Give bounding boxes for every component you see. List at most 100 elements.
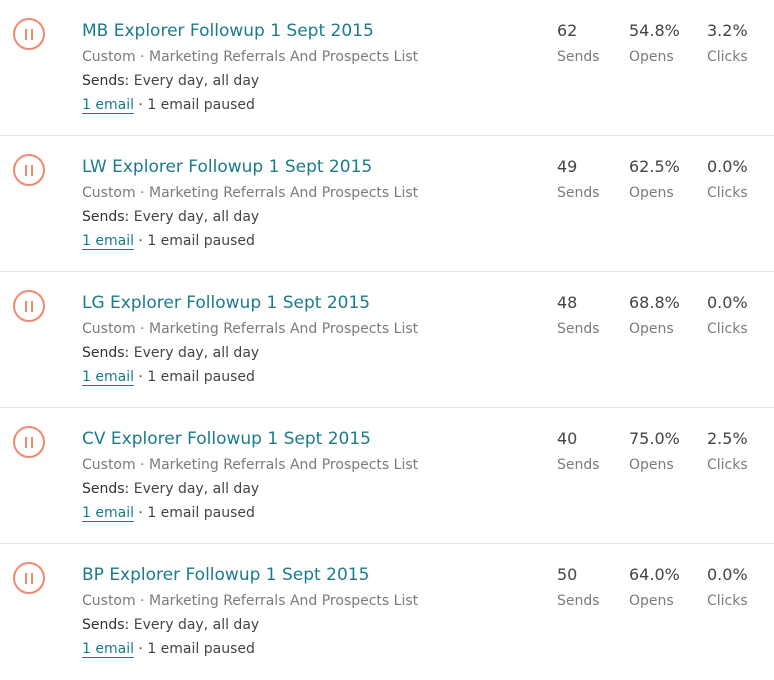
email-count-link[interactable]: 1 email: [82, 505, 134, 522]
sends-label: Sends: [557, 457, 600, 473]
campaign-info: BP Explorer Followup 1 Sept 2015 Custom …: [82, 563, 418, 659]
campaign-info: LG Explorer Followup 1 Sept 2015 Custom …: [82, 291, 418, 387]
campaign-subtitle: Custom · Marketing Referrals And Prospec…: [82, 457, 419, 473]
campaign-emails: 1 email · 1 email paused: [82, 503, 418, 523]
clicks-value: 2.5%: [707, 429, 748, 448]
campaign-info: MB Explorer Followup 1 Sept 2015 Custom …: [82, 19, 418, 115]
campaign-row: CV Explorer Followup 1 Sept 2015 Custom …: [0, 408, 774, 544]
opens-stat: 68.8% Opens: [629, 291, 680, 339]
opens-value: 54.8%: [629, 21, 680, 40]
opens-value: 62.5%: [629, 157, 680, 176]
clicks-label: Clicks: [707, 457, 748, 473]
campaign-info: CV Explorer Followup 1 Sept 2015 Custom …: [82, 427, 418, 523]
schedule-value: Every day, all day: [133, 73, 260, 89]
opens-stat: 75.0% Opens: [629, 427, 680, 475]
email-paused-status: · 1 email paused: [133, 505, 255, 521]
clicks-label: Clicks: [707, 185, 748, 201]
campaign-subtitle: Custom · Marketing Referrals And Prospec…: [82, 49, 419, 65]
clicks-value: 0.0%: [707, 157, 748, 176]
pause-icon: [25, 436, 33, 448]
schedule-value: Every day, all day: [133, 209, 260, 225]
campaign-title-link[interactable]: MB Explorer Followup 1 Sept 2015: [82, 19, 418, 43]
campaign-emails: 1 email · 1 email paused: [82, 639, 418, 659]
sends-label: Sends: [557, 593, 600, 609]
clicks-stat: 0.0% Clicks: [707, 155, 748, 203]
opens-stat: 64.0% Opens: [629, 563, 680, 611]
clicks-stat: 2.5% Clicks: [707, 427, 748, 475]
campaign-title-link[interactable]: LW Explorer Followup 1 Sept 2015: [82, 155, 418, 179]
schedule-label: Sends:: [82, 345, 130, 361]
campaign-emails: 1 email · 1 email paused: [82, 367, 418, 387]
schedule-value: Every day, all day: [133, 345, 260, 361]
campaign-subtitle: Custom · Marketing Referrals And Prospec…: [82, 185, 419, 201]
opens-label: Opens: [629, 321, 674, 337]
sends-stat: 49 Sends: [557, 155, 600, 203]
campaign-title-link[interactable]: LG Explorer Followup 1 Sept 2015: [82, 291, 418, 315]
clicks-value: 3.2%: [707, 21, 748, 40]
campaign-row: LW Explorer Followup 1 Sept 2015 Custom …: [0, 136, 774, 272]
opens-value: 64.0%: [629, 565, 680, 584]
email-paused-status: · 1 email paused: [133, 641, 255, 657]
campaign-schedule: Sends: Every day, all day: [82, 207, 418, 227]
campaign-row: MB Explorer Followup 1 Sept 2015 Custom …: [0, 0, 774, 136]
campaign-title-link[interactable]: CV Explorer Followup 1 Sept 2015: [82, 427, 418, 451]
sends-value: 50: [557, 565, 578, 584]
email-count-link[interactable]: 1 email: [82, 233, 134, 250]
clicks-label: Clicks: [707, 593, 748, 609]
email-count-link[interactable]: 1 email: [82, 97, 134, 114]
campaign-schedule: Sends: Every day, all day: [82, 479, 418, 499]
clicks-value: 0.0%: [707, 565, 748, 584]
campaign-subtitle: Custom · Marketing Referrals And Prospec…: [82, 593, 419, 609]
schedule-label: Sends:: [82, 209, 130, 225]
pause-campaign-button[interactable]: [13, 426, 45, 458]
campaign-row: BP Explorer Followup 1 Sept 2015 Custom …: [0, 544, 774, 680]
campaign-schedule: Sends: Every day, all day: [82, 343, 418, 363]
clicks-stat: 0.0% Clicks: [707, 291, 748, 339]
opens-label: Opens: [629, 49, 674, 65]
campaign-emails: 1 email · 1 email paused: [82, 95, 418, 115]
clicks-stat: 3.2% Clicks: [707, 19, 748, 67]
campaign-row: LG Explorer Followup 1 Sept 2015 Custom …: [0, 272, 774, 408]
sends-value: 40: [557, 429, 578, 448]
sends-label: Sends: [557, 321, 600, 337]
sends-value: 48: [557, 293, 578, 312]
clicks-label: Clicks: [707, 49, 748, 65]
sends-label: Sends: [557, 49, 600, 65]
schedule-label: Sends:: [82, 73, 130, 89]
schedule-label: Sends:: [82, 481, 130, 497]
clicks-label: Clicks: [707, 321, 748, 337]
clicks-value: 0.0%: [707, 293, 748, 312]
campaign-title-link[interactable]: BP Explorer Followup 1 Sept 2015: [82, 563, 418, 587]
sends-stat: 62 Sends: [557, 19, 600, 67]
pause-campaign-button[interactable]: [13, 562, 45, 594]
opens-stat: 54.8% Opens: [629, 19, 680, 67]
email-count-link[interactable]: 1 email: [82, 641, 134, 658]
pause-campaign-button[interactable]: [13, 18, 45, 50]
campaign-schedule: Sends: Every day, all day: [82, 71, 418, 91]
schedule-value: Every day, all day: [133, 617, 260, 633]
sends-value: 49: [557, 157, 578, 176]
pause-campaign-button[interactable]: [13, 290, 45, 322]
pause-icon: [25, 28, 33, 40]
campaign-emails: 1 email · 1 email paused: [82, 231, 418, 251]
pause-icon: [25, 572, 33, 584]
opens-value: 75.0%: [629, 429, 680, 448]
sends-stat: 40 Sends: [557, 427, 600, 475]
email-paused-status: · 1 email paused: [133, 369, 255, 385]
pause-campaign-button[interactable]: [13, 154, 45, 186]
opens-label: Opens: [629, 457, 674, 473]
opens-value: 68.8%: [629, 293, 680, 312]
sends-label: Sends: [557, 185, 600, 201]
opens-stat: 62.5% Opens: [629, 155, 680, 203]
email-count-link[interactable]: 1 email: [82, 369, 134, 386]
campaign-subtitle: Custom · Marketing Referrals And Prospec…: [82, 321, 419, 337]
pause-icon: [25, 164, 33, 176]
sends-stat: 48 Sends: [557, 291, 600, 339]
schedule-label: Sends:: [82, 617, 130, 633]
email-paused-status: · 1 email paused: [133, 97, 255, 113]
sends-stat: 50 Sends: [557, 563, 600, 611]
schedule-value: Every day, all day: [133, 481, 260, 497]
campaign-info: LW Explorer Followup 1 Sept 2015 Custom …: [82, 155, 418, 251]
pause-icon: [25, 300, 33, 312]
campaign-list: MB Explorer Followup 1 Sept 2015 Custom …: [0, 0, 774, 680]
